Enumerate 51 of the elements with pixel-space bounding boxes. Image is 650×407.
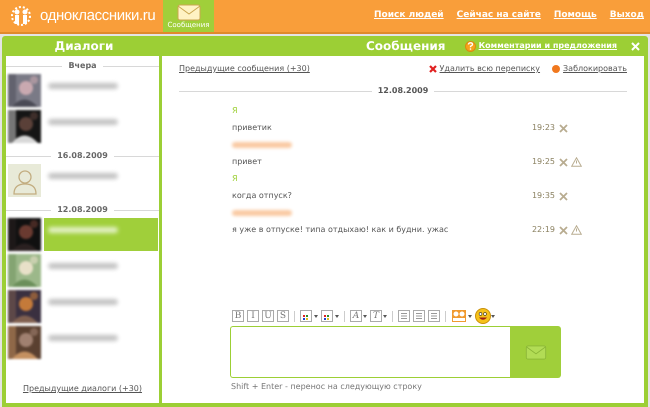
- blurred-name: [232, 210, 292, 216]
- smiley-button[interactable]: [475, 308, 495, 324]
- message-time: 19:23: [532, 122, 555, 134]
- send-button[interactable]: [510, 326, 561, 378]
- delete-icon[interactable]: [559, 226, 568, 234]
- delete-icon: [428, 65, 437, 73]
- warning-icon[interactable]: [571, 225, 582, 235]
- message-time: 22:19: [532, 224, 555, 236]
- message-field[interactable]: [230, 326, 510, 378]
- message-text: когда отпуск?: [232, 190, 292, 202]
- previous-dialogs-link[interactable]: Предыдущие диалоги (+30): [22, 383, 142, 395]
- default-avatar-icon: [8, 164, 41, 197]
- sender-name: Я: [232, 105, 238, 117]
- caret-icon: [363, 314, 367, 318]
- warning-icon[interactable]: [571, 157, 582, 167]
- date-divider: 16.08.2009: [57, 150, 108, 162]
- panel-title: Диалоги: [54, 38, 114, 55]
- block-icon: [552, 65, 560, 73]
- dialog-item[interactable]: [44, 218, 158, 251]
- message-time: 19:25: [532, 156, 555, 168]
- help-icon: [464, 40, 476, 52]
- date-divider: 12.08.2009: [57, 204, 108, 216]
- date-divider: 12.08.2009: [378, 85, 428, 97]
- block-link[interactable]: Заблокировать: [563, 63, 627, 75]
- format-button[interactable]: U: [262, 310, 274, 322]
- delete-icon[interactable]: [559, 158, 568, 166]
- format-button[interactable]: S: [277, 310, 289, 322]
- color-button[interactable]: [300, 310, 318, 322]
- format-button[interactable]: I: [247, 310, 259, 322]
- input-hint: Shift + Enter - перенос на следующую строку: [231, 381, 423, 393]
- align-button[interactable]: [398, 310, 410, 322]
- sender-name: Я: [232, 173, 238, 185]
- message-text: приветик: [232, 122, 272, 134]
- align-button[interactable]: [413, 310, 425, 322]
- align-button[interactable]: [428, 310, 440, 322]
- blurred-name: [232, 142, 292, 148]
- envelope-icon: [176, 4, 200, 20]
- envelope-icon: [524, 344, 546, 360]
- message-time: 19:35: [532, 190, 555, 202]
- color-button[interactable]: [321, 310, 339, 322]
- delete-icon[interactable]: [559, 192, 568, 200]
- date-divider: Вчера: [68, 60, 97, 72]
- delete-all-link[interactable]: Удалить всю переписку: [440, 63, 540, 75]
- message-text: я уже в отпуске! типа отдыхаю! как и будни. ужас: [232, 224, 448, 236]
- panel-title: Сообщения: [366, 38, 446, 55]
- delete-icon[interactable]: [559, 124, 568, 132]
- format-button[interactable]: B: [232, 310, 244, 322]
- previous-messages-link[interactable]: Предыдущие сообщения (+30): [179, 63, 310, 75]
- close-icon[interactable]: [631, 42, 640, 50]
- message-text: привет: [232, 156, 262, 168]
- caret-icon: [383, 314, 387, 318]
